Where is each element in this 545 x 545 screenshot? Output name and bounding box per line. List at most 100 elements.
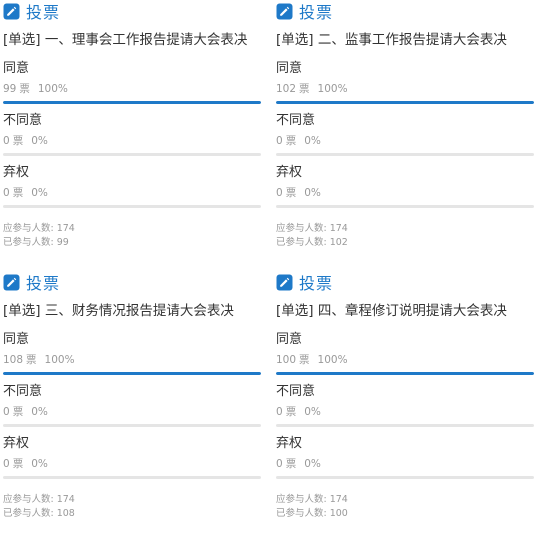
option-vote-count: 0: [3, 458, 10, 470]
option-vote-unit: 票: [12, 187, 24, 199]
participation-summary: 应参与人数: 174 已参与人数: 100: [276, 493, 538, 521]
progress-bar-fill: [3, 372, 261, 375]
option-vote-count: 0: [276, 187, 283, 199]
expected-participants: 应参与人数: 174: [3, 494, 75, 505]
option-vote-count: 108: [3, 354, 24, 366]
option-percentage: 0%: [304, 135, 321, 147]
option-vote-count: 0: [276, 135, 283, 147]
progress-bar-track: [3, 476, 261, 479]
progress-bar-track: [3, 153, 261, 156]
option-label: 弃权: [3, 165, 30, 180]
option-label: 弃权: [276, 436, 303, 451]
progress-bar-track: [3, 372, 261, 375]
option-stats: 0 票 0%: [3, 405, 265, 419]
expected-participants: 应参与人数: 174: [3, 223, 75, 234]
vote-card: 投票 [单选] 一、理事会工作报告提请大会表决 同意 99 票 100% 不同意 0…: [3, 0, 265, 268]
option-vote-count: 0: [3, 406, 10, 418]
progress-bar-fill: [3, 101, 261, 104]
vote-option: 同意 99 票 100%: [3, 60, 265, 104]
option-label: 不同意: [276, 113, 316, 128]
option-vote-unit: 票: [12, 135, 24, 147]
actual-participants: 已参与人数: 100: [276, 508, 348, 519]
edit-icon: [276, 3, 293, 20]
vote-option: 不同意 0 票 0%: [276, 383, 538, 427]
expected-participants: 应参与人数: 174: [276, 223, 348, 234]
option-list: 同意 102 票 100% 不同意 0 票 0% 弃权 0 票 0%: [276, 60, 538, 208]
vote-option: 弃权 0 票 0%: [3, 164, 265, 208]
progress-bar-track: [276, 205, 534, 208]
option-vote-count: 99: [3, 83, 17, 95]
option-label: 不同意: [3, 384, 43, 399]
vote-option: 弃权 0 票 0%: [276, 435, 538, 479]
vote-option: 弃权 0 票 0%: [3, 435, 265, 479]
actual-participants: 已参与人数: 108: [3, 508, 75, 519]
option-stats: 102 票 100%: [276, 82, 538, 96]
option-vote-count: 0: [3, 135, 10, 147]
progress-bar-track: [276, 372, 534, 375]
option-vote-unit: 票: [19, 83, 30, 95]
vote-card-header: 投票: [276, 0, 538, 22]
option-percentage: 0%: [31, 406, 48, 418]
progress-bar-track: [3, 205, 261, 208]
option-vote-unit: 票: [285, 458, 297, 470]
option-percentage: 0%: [31, 187, 48, 199]
option-percentage: 100%: [317, 83, 348, 95]
option-list: 同意 99 票 100% 不同意 0 票 0% 弃权 0 票 0%: [3, 60, 265, 208]
actual-participants: 已参与人数: 102: [276, 237, 348, 248]
option-vote-count: 102: [276, 83, 297, 95]
option-stats: 0 票 0%: [3, 186, 265, 200]
option-list: 同意 100 票 100% 不同意 0 票 0% 弃权 0 票 0%: [276, 331, 538, 479]
option-vote-count: 0: [276, 406, 283, 418]
vote-card: 投票 [单选] 四、章程修订说明提请大会表决 同意 100 票 100% 不同意 0…: [276, 271, 538, 539]
progress-bar-track: [3, 101, 261, 104]
vote-option: 同意 102 票 100%: [276, 60, 538, 104]
option-percentage: 0%: [304, 458, 321, 470]
progress-bar-track: [276, 101, 534, 104]
option-vote-unit: 票: [285, 406, 297, 418]
participation-summary: 应参与人数: 174 已参与人数: 108: [3, 493, 265, 521]
edit-icon: [3, 274, 20, 291]
option-vote-unit: 票: [26, 354, 37, 366]
actual-participants: 已参与人数: 99: [3, 237, 69, 248]
option-percentage: 100%: [317, 354, 348, 366]
progress-bar-fill: [276, 372, 534, 375]
vote-card-title: 投票: [299, 274, 334, 293]
progress-bar-track: [276, 153, 534, 156]
option-label: 同意: [3, 61, 30, 76]
option-vote-unit: 票: [285, 187, 297, 199]
participation-summary: 应参与人数: 174 已参与人数: 102: [276, 222, 538, 250]
option-vote-count: 0: [276, 458, 283, 470]
option-stats: 0 票 0%: [3, 134, 265, 148]
option-label: 弃权: [3, 436, 30, 451]
vote-card-header: 投票: [3, 0, 265, 22]
option-stats: 108 票 100%: [3, 353, 265, 367]
option-vote-unit: 票: [299, 354, 310, 366]
option-percentage: 0%: [304, 187, 321, 199]
vote-option: 同意 108 票 100%: [3, 331, 265, 375]
option-stats: 100 票 100%: [276, 353, 538, 367]
option-vote-unit: 票: [12, 406, 24, 418]
option-stats: 0 票 0%: [276, 134, 538, 148]
question-title: [单选] 二、监事工作报告提请大会表决: [276, 32, 507, 48]
vote-option: 同意 100 票 100%: [276, 331, 538, 375]
option-stats: 0 票 0%: [276, 405, 538, 419]
option-stats: 99 票 100%: [3, 82, 265, 96]
progress-bar-track: [3, 424, 261, 427]
progress-bar-fill: [276, 101, 534, 104]
question-title: [单选] 四、章程修订说明提请大会表决: [276, 303, 507, 319]
option-percentage: 100%: [37, 83, 68, 95]
option-stats: 0 票 0%: [276, 457, 538, 471]
progress-bar-track: [276, 424, 534, 427]
vote-card-header: 投票: [3, 271, 265, 293]
edit-icon: [276, 274, 293, 291]
option-label: 同意: [276, 332, 303, 347]
vote-option: 不同意 0 票 0%: [3, 383, 265, 427]
option-label: 同意: [3, 332, 30, 347]
option-stats: 0 票 0%: [3, 457, 265, 471]
option-label: 不同意: [3, 113, 43, 128]
question-title: [单选] 三、财务情况报告提请大会表决: [3, 303, 234, 319]
progress-bar-track: [276, 476, 534, 479]
vote-card-header: 投票: [276, 271, 538, 293]
option-percentage: 0%: [31, 135, 48, 147]
option-list: 同意 108 票 100% 不同意 0 票 0% 弃权 0 票 0%: [3, 331, 265, 479]
